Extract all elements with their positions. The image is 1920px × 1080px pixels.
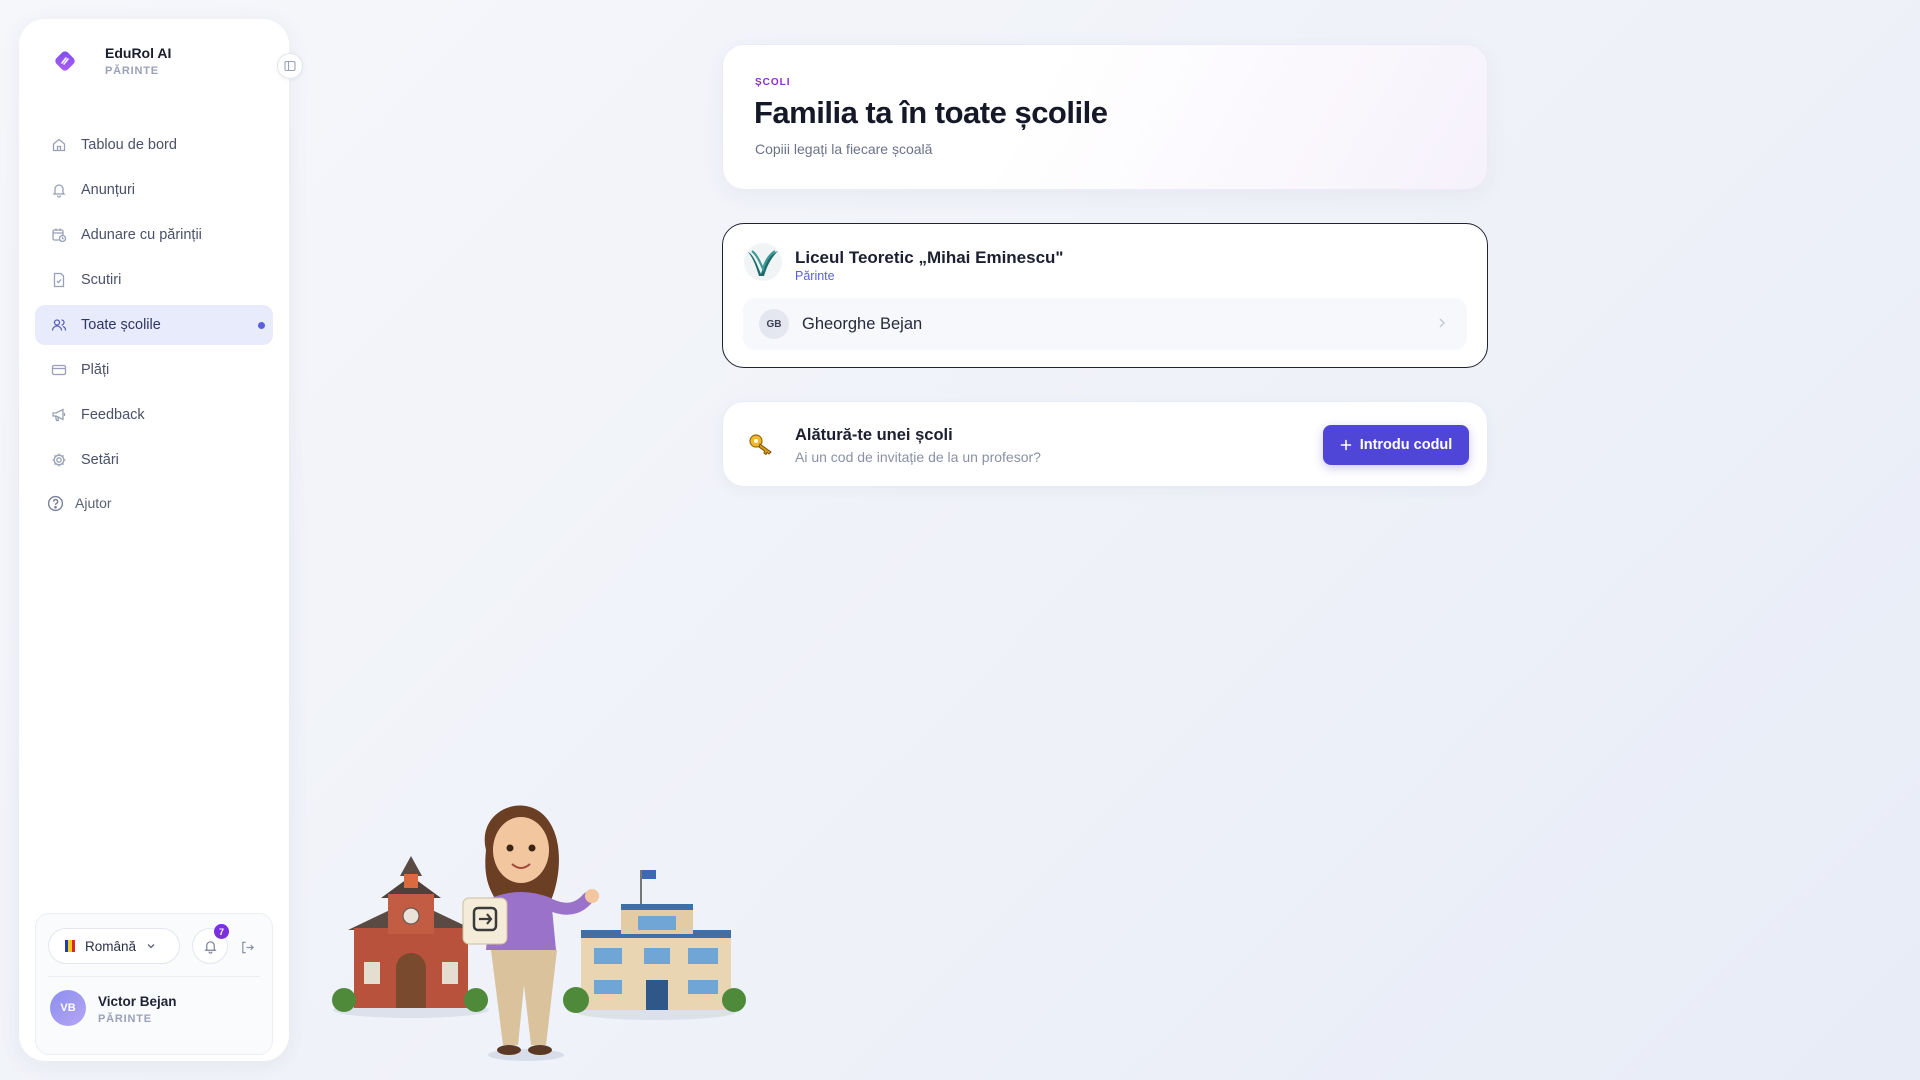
school-role: Părinte — [795, 269, 835, 283]
bell-icon — [49, 180, 69, 200]
avatar[interactable]: VB — [50, 990, 86, 1026]
join-title: Alătură-te unei școli — [795, 426, 953, 444]
sidebar-item-label: Scutiri — [81, 272, 122, 288]
notifications-button[interactable]: 7 — [192, 924, 229, 964]
enter-code-label: Introdu codul — [1359, 437, 1453, 453]
page-title: Familia ta în toate școlile — [754, 95, 1108, 130]
parent-character-icon — [462, 805, 599, 1061]
page-subtitle: Copiii legați la fiecare școală — [755, 141, 933, 157]
bell-icon — [203, 940, 217, 954]
sidebar-item-help[interactable]: Ajutor — [35, 485, 273, 521]
sidebar: EduRol AI PĂRINTE Tablou de bord Anunțur… — [19, 19, 303, 1061]
sidebar-item-exemptions[interactable]: Scutiri — [35, 260, 273, 300]
plus-icon — [1340, 439, 1351, 451]
credit-card-icon — [49, 360, 69, 380]
sidebar-toggle-icon — [284, 60, 296, 72]
sidebar-item-label: Anunțuri — [81, 182, 136, 198]
sidebar-item-dashboard[interactable]: Tablou de bord — [35, 125, 273, 165]
logout-button[interactable] — [236, 936, 258, 958]
language-selector[interactable]: Română — [48, 928, 180, 964]
notification-badge: 7 — [214, 924, 229, 939]
help-circle-icon — [45, 493, 65, 513]
language-label: Română — [85, 938, 137, 954]
sidebar-item-label: Tablou de bord — [81, 137, 177, 153]
users-icon — [49, 315, 69, 335]
logout-icon — [241, 941, 254, 953]
calendar-clock-icon — [49, 225, 69, 245]
chevron-right-icon — [1439, 318, 1445, 328]
child-name: Gheorghe Bejan — [802, 314, 923, 333]
romania-flag-icon — [65, 940, 75, 952]
sidebar-nav: Tablou de bord Anunțuri Adunare cu părin… — [35, 125, 273, 521]
key-icon — [747, 430, 777, 460]
sidebar-item-label: Adunare cu părinții — [81, 227, 202, 243]
school-card: Liceul Teoretic „Mihai Eminescu" Părinte… — [722, 223, 1488, 368]
megaphone-icon — [49, 405, 69, 425]
sidebar-item-announcements[interactable]: Anunțuri — [35, 170, 273, 210]
gear-icon — [49, 450, 69, 470]
chevron-down-icon — [147, 944, 155, 949]
child-row[interactable]: GB Gheorghe Bejan — [743, 298, 1467, 350]
school-name: Liceul Teoretic „Mihai Eminescu" — [795, 248, 1064, 267]
sidebar-item-parent-meeting[interactable]: Adunare cu părinții — [35, 215, 273, 255]
user-name: Victor Bejan — [98, 994, 177, 1009]
help-label: Ajutor — [75, 495, 112, 511]
join-subtitle: Ai un cod de invitație de la un profesor… — [795, 449, 1041, 465]
sidebar-item-all-schools[interactable]: Toate școlile — [35, 305, 273, 345]
home-icon — [49, 135, 69, 155]
document-check-icon — [49, 270, 69, 290]
sidebar-item-label: Plăți — [81, 362, 110, 378]
brand-logo-icon — [47, 43, 83, 79]
sidebar-item-payments[interactable]: Plăți — [35, 350, 273, 390]
brand-role: PĂRINTE — [105, 65, 159, 77]
brand[interactable]: EduRol AI PĂRINTE — [47, 43, 171, 79]
brand-name: EduRol AI — [105, 45, 172, 61]
parent-with-schools-illustration — [332, 805, 746, 1061]
sidebar-item-feedback[interactable]: Feedback — [35, 395, 273, 435]
divider — [48, 976, 260, 977]
sidebar-item-settings[interactable]: Setări — [35, 440, 273, 480]
section-eyebrow: ȘCOLI — [755, 77, 791, 88]
join-school-card: Alătură-te unei școli Ai un cod de invit… — [722, 401, 1488, 487]
school-logo-icon — [743, 242, 783, 282]
page-header-card: ȘCOLI Familia ta în toate școlile Copiii… — [722, 44, 1488, 190]
sidebar-item-label: Toate școlile — [81, 317, 161, 333]
sidebar-item-label: Setări — [81, 452, 119, 468]
user-role: PĂRINTE — [98, 1013, 152, 1025]
active-indicator-dot — [258, 321, 265, 329]
child-avatar: GB — [759, 309, 789, 339]
user-panel: Română 7 VB Victor Bejan PĂRINTE — [35, 913, 273, 1055]
collapse-sidebar-button[interactable] — [277, 53, 303, 79]
enter-code-button[interactable]: Introdu codul — [1323, 425, 1469, 465]
sidebar-item-label: Feedback — [81, 407, 145, 423]
